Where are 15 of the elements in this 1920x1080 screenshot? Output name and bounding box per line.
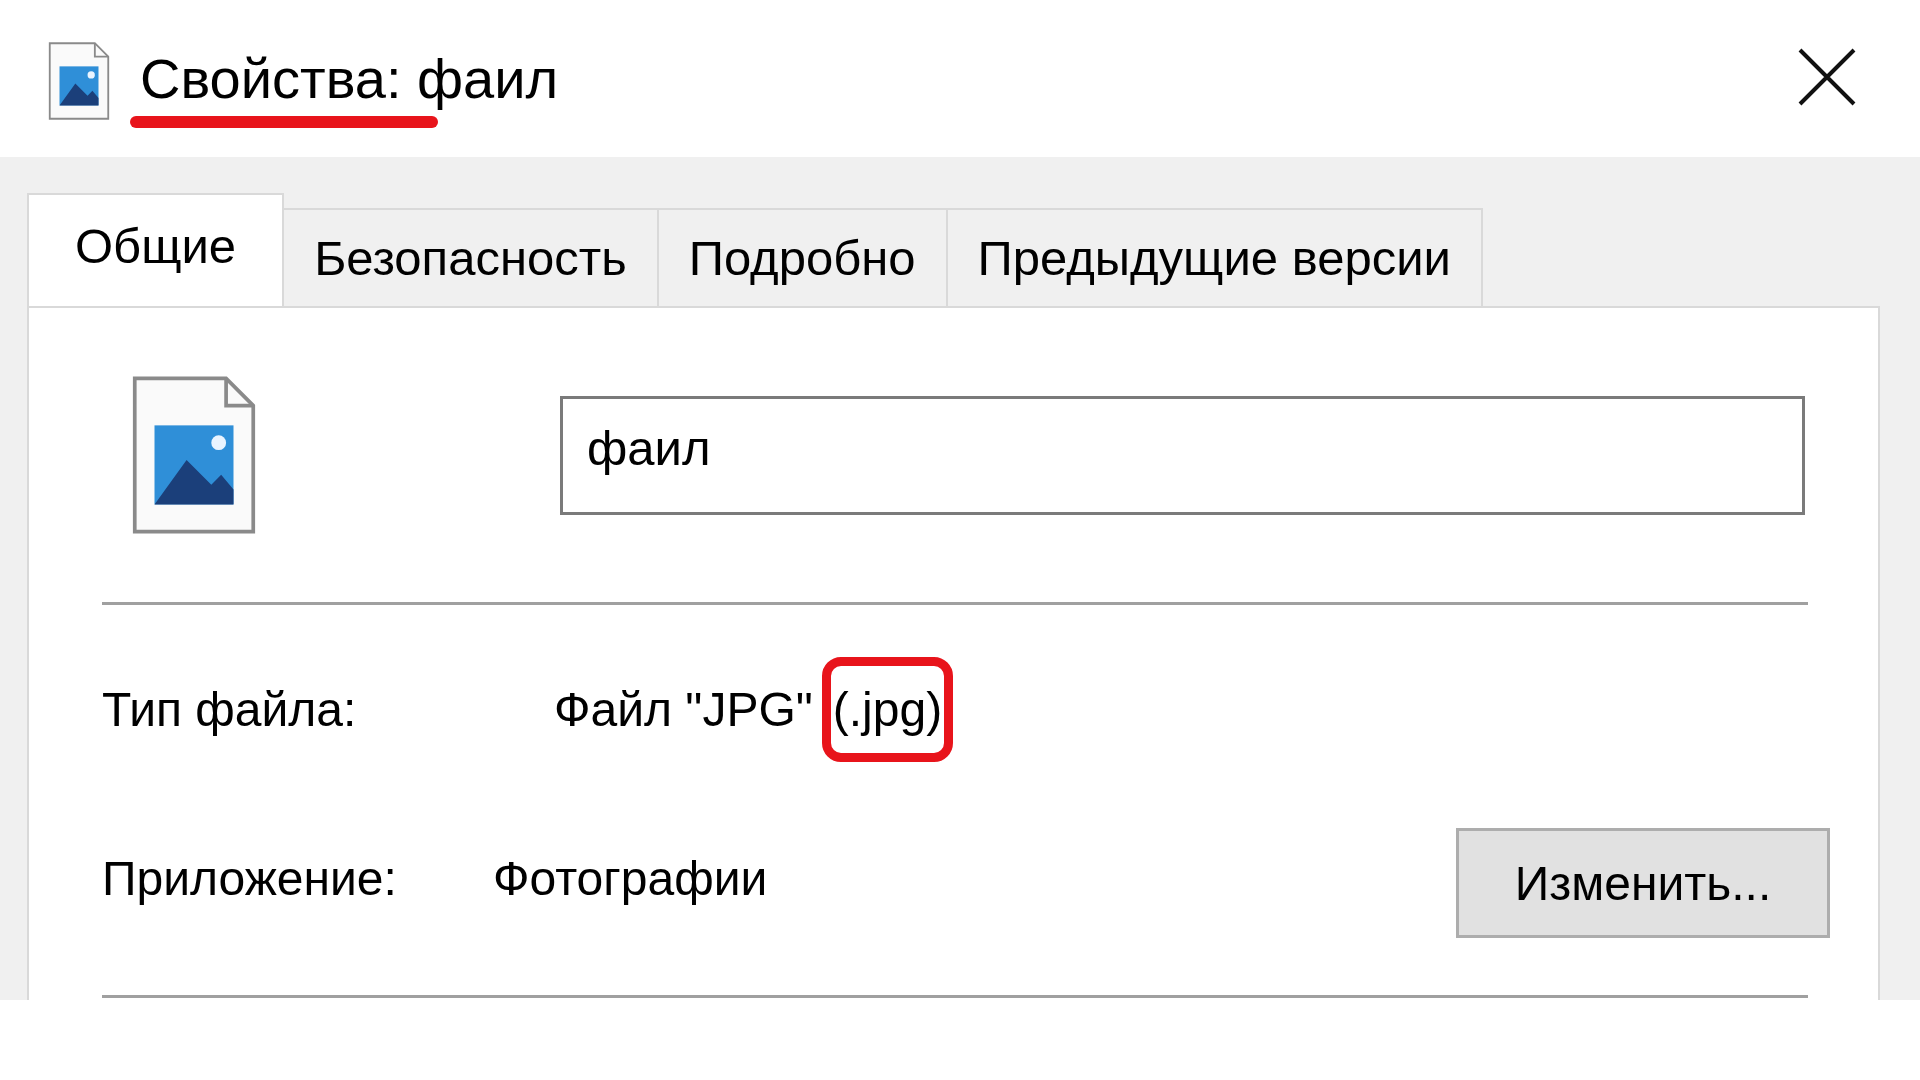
tab[interactable]: Подробно bbox=[658, 208, 948, 306]
tab[interactable]: Безопасность bbox=[284, 208, 659, 306]
field-value: Фотографии bbox=[493, 850, 768, 906]
tab[interactable]: Предыдущие версии bbox=[947, 208, 1483, 306]
file-extension: (.jpg) bbox=[832, 681, 943, 737]
image-file-icon bbox=[132, 376, 256, 534]
field-label: Тип файла: bbox=[102, 681, 358, 737]
close-icon[interactable] bbox=[1798, 48, 1856, 106]
tab[interactable]: Общие bbox=[27, 193, 285, 306]
change-button[interactable]: Изменить... bbox=[1456, 828, 1830, 938]
window-title: Свойства: фаил bbox=[140, 46, 559, 111]
name-field[interactable]: фаил bbox=[560, 395, 1805, 515]
image-file-icon bbox=[48, 41, 110, 120]
field-value: Файл "JPG" bbox=[554, 681, 813, 737]
field-label: Приложение: bbox=[102, 850, 398, 906]
